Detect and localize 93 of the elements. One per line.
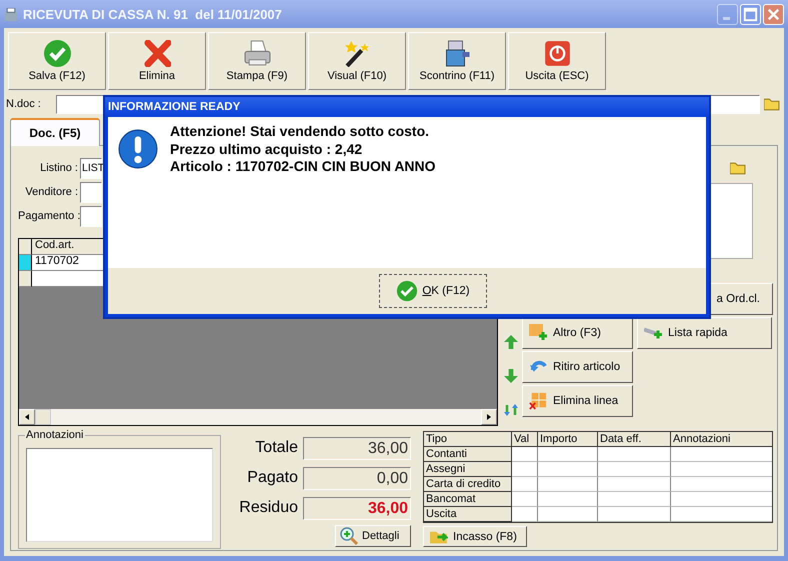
table-cell[interactable] (512, 447, 538, 462)
left-arrow-icon (25, 414, 29, 420)
total-value: 0,00 (303, 466, 411, 490)
details-button[interactable]: Dettagli (335, 525, 411, 547)
arrow-up-icon[interactable] (504, 335, 518, 349)
register-icon (5, 8, 17, 20)
column-header: Tipo (424, 432, 512, 447)
horizontal-scrollbar[interactable] (19, 409, 497, 425)
table-cell[interactable] (598, 477, 671, 492)
message-text: Articolo : 1170702-CIN CIN BUON ANNO (170, 158, 436, 176)
toolbar-button[interactable]: Visual (F10) (308, 32, 406, 90)
text-area[interactable] (26, 448, 213, 542)
grid-plus-icon (529, 324, 547, 342)
field-label: Venditore : (24, 186, 78, 198)
cross-icon (144, 40, 170, 67)
table-cell[interactable] (671, 477, 772, 492)
grid-delete-icon (529, 392, 547, 410)
row-header: Uscita (424, 507, 512, 522)
scroll-left-button[interactable] (19, 409, 35, 425)
table-cell[interactable] (512, 477, 538, 492)
table-cell[interactable] (671, 447, 772, 462)
table-cell[interactable] (538, 507, 598, 522)
input-field[interactable]: LIST (80, 158, 102, 178)
scroll-thumb[interactable] (35, 409, 51, 425)
table-cell[interactable] (598, 492, 671, 507)
table-cell[interactable] (671, 507, 772, 522)
total-value: 36,00 (303, 496, 411, 520)
side-button[interactable]: Ritiro articolo (522, 351, 633, 383)
column-header: Importo (538, 432, 598, 447)
total-label: Pagato (247, 469, 298, 487)
printer-icon (244, 40, 270, 67)
ok-button[interactable]: OK (F12) (379, 274, 487, 308)
toolbar-button[interactable]: Elimina (108, 32, 206, 90)
folder-icon[interactable] (730, 162, 746, 175)
table-cell[interactable] (512, 462, 538, 477)
toolbar-button[interactable]: Salva (F12) (8, 32, 106, 90)
arrow-down-icon[interactable] (504, 369, 518, 383)
table-cell[interactable] (598, 507, 671, 522)
message-text: Attenzione! Stai vendendo sotto costo. (170, 123, 430, 140)
row-indicator[interactable] (19, 271, 32, 287)
column-header: Annotazioni (671, 432, 772, 447)
field-label: Listino : (39, 162, 78, 174)
cash-in-button[interactable]: Incasso (F8) (423, 526, 527, 547)
zoom-in-icon (340, 527, 358, 545)
swap-icon[interactable] (504, 403, 518, 417)
column-header: Data eff. (598, 432, 671, 447)
column-header: Val (512, 432, 538, 447)
table-cell[interactable] (538, 477, 598, 492)
table-cell[interactable] (512, 492, 538, 507)
row-header: Bancomat (424, 492, 512, 507)
scroll-right-button[interactable] (481, 409, 497, 425)
table-cell[interactable] (671, 462, 772, 477)
cash-register-icon (444, 40, 470, 67)
magic-wand-icon (344, 40, 370, 67)
right-arrow-icon (487, 414, 491, 420)
field-label: Pagamento : (18, 210, 78, 222)
input-field[interactable] (80, 206, 102, 226)
window-title: RICEVUTA DI CASSA N. 91 del 11/01/2007 (23, 6, 282, 22)
checkmark-icon (396, 280, 418, 302)
total-label: Residuo (239, 499, 298, 517)
total-value: 36,00 (303, 436, 411, 460)
table-cell[interactable] (538, 462, 598, 477)
tab[interactable]: Doc. (F5) (10, 118, 100, 146)
side-button[interactable]: Elimina linea (522, 385, 633, 417)
input-field[interactable] (80, 182, 102, 202)
table-cell[interactable] (598, 447, 671, 462)
checkmark-icon (44, 40, 70, 67)
row-indicator[interactable] (19, 255, 32, 271)
table-cell[interactable] (598, 462, 671, 477)
row-header: Carta di credito (424, 477, 512, 492)
total-label: Totale (255, 439, 298, 457)
folder-icon[interactable] (764, 98, 780, 110)
table-cell[interactable] (538, 447, 598, 462)
dialog-title: INFORMAZIONE READY (105, 97, 709, 117)
exclamation-icon (118, 129, 158, 169)
minimize-icon (723, 16, 730, 20)
message-text: Prezzo ultimo acquisto : 2,42 (170, 140, 364, 158)
maximize-button[interactable] (740, 4, 761, 24)
row-header: Contanti (424, 447, 512, 462)
power-icon (544, 40, 570, 67)
close-button[interactable] (763, 4, 784, 24)
side-button[interactable]: Lista rapida (637, 317, 772, 349)
minimize-button[interactable] (717, 4, 738, 24)
table-cell[interactable] (671, 492, 772, 507)
group-label: Annotazioni (25, 429, 84, 441)
table-cell[interactable] (538, 492, 598, 507)
field-label: N.doc : (6, 98, 42, 110)
side-button[interactable]: Altro (F3) (522, 317, 633, 349)
row-header: Assegni (424, 462, 512, 477)
toolbar-button[interactable]: Uscita (ESC) (508, 32, 606, 90)
toolbar-button[interactable]: Stampa (F9) (208, 32, 306, 90)
table-cell[interactable] (512, 507, 538, 522)
toolbar-button[interactable]: Scontrino (F11) (408, 32, 506, 90)
